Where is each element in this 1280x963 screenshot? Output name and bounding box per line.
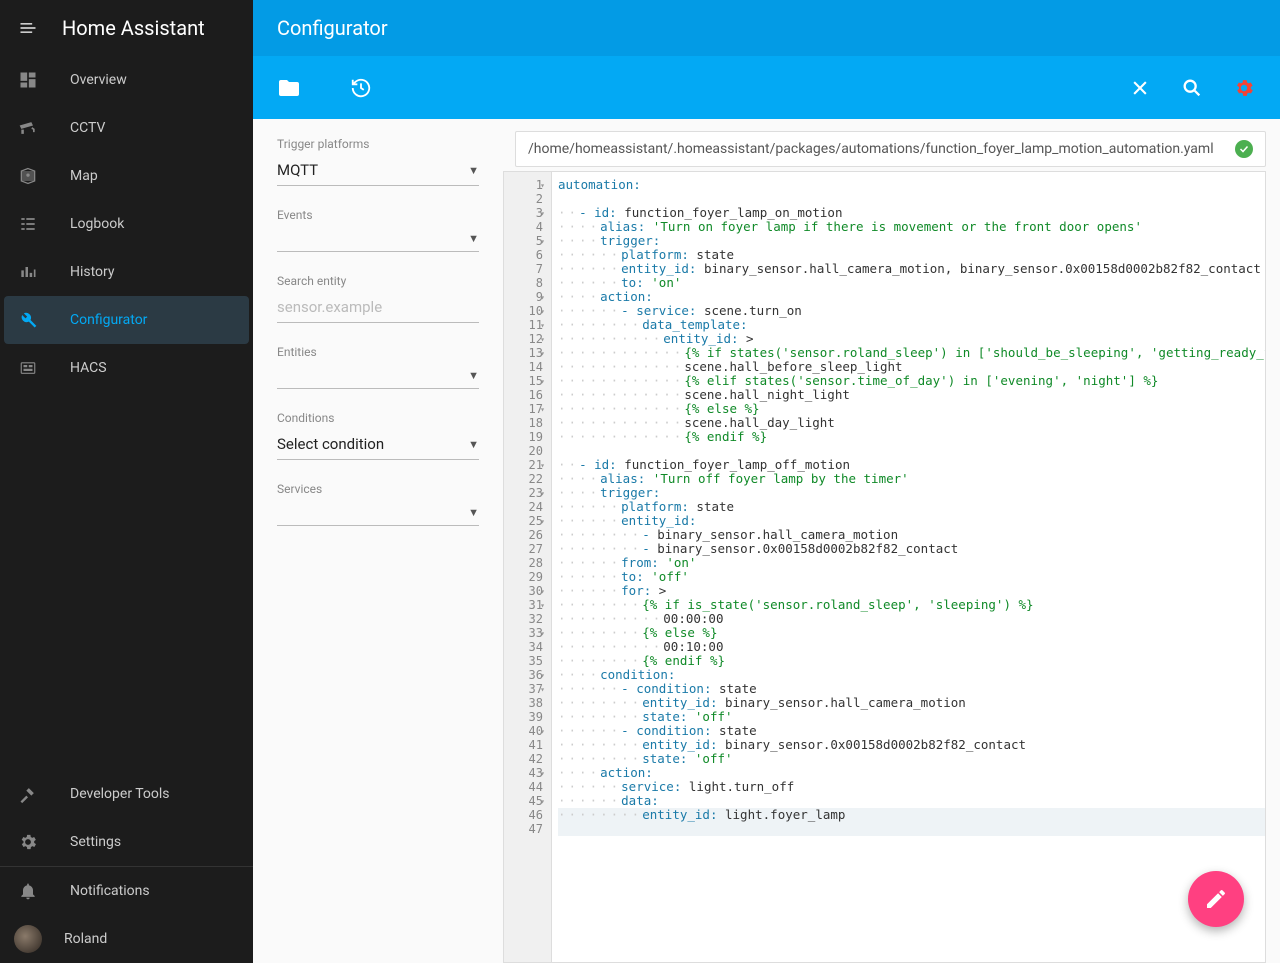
menu-toggle-icon[interactable] <box>16 16 40 40</box>
code-editor[interactable]: 1▾23▾45▾6789▾10▾11▾12▾13▾1415▾1617▾18192… <box>503 171 1266 963</box>
chevron-down-icon: ▼ <box>468 369 479 382</box>
sidebar-item-history[interactable]: History <box>0 248 253 296</box>
sidebar-item-label: Developer Tools <box>70 786 170 802</box>
code-content[interactable]: automation: ··- id: function_foyer_lamp_… <box>552 172 1265 962</box>
search-icon[interactable] <box>1180 76 1204 100</box>
sidebar-item-label: HACS <box>70 360 107 376</box>
sidebar-tools: Developer Tools Settings <box>0 770 253 866</box>
sidebar-item-label: Logbook <box>70 216 124 232</box>
logbook-icon <box>16 212 40 236</box>
field-label: Search entity <box>277 274 479 288</box>
chevron-down-icon: ▼ <box>468 438 479 451</box>
sidebar-item-hacs[interactable]: HACS <box>0 344 253 392</box>
history-icon <box>16 260 40 284</box>
sidebar: Home Assistant Overview CCTV Map Logbook His… <box>0 0 253 963</box>
sidebar-item-developer-tools[interactable]: Developer Tools <box>0 770 253 818</box>
file-path: /home/homeassistant/.homeassistant/packa… <box>528 141 1214 157</box>
app-title: Home Assistant <box>62 16 205 40</box>
sidebar-item-label: Configurator <box>70 312 147 328</box>
hacs-icon <box>16 356 40 380</box>
sidebar-item-logbook[interactable]: Logbook <box>0 200 253 248</box>
page-title: Configurator <box>277 16 388 40</box>
field-conditions[interactable]: Conditions Select condition▼ <box>277 411 479 460</box>
sidebar-bottom: Notifications Roland <box>0 866 253 963</box>
cctv-icon <box>16 116 40 140</box>
dashboard-icon <box>16 68 40 92</box>
wrench-icon <box>16 308 40 332</box>
field-label: Conditions <box>277 411 479 425</box>
notifications-label: Notifications <box>70 883 150 899</box>
avatar <box>14 925 42 953</box>
field-label: Events <box>277 208 479 222</box>
chevron-down-icon: ▼ <box>468 232 479 245</box>
valid-check-icon <box>1235 140 1253 158</box>
content: Trigger platforms MQTT▼ Events ▼ Search … <box>253 119 1280 963</box>
toolbar <box>253 56 1280 119</box>
sidebar-item-label: Settings <box>70 834 121 850</box>
gear-icon <box>16 830 40 854</box>
file-path-bar[interactable]: /home/homeassistant/.homeassistant/packa… <box>515 131 1266 167</box>
main: Configurator <box>253 0 1280 963</box>
folder-icon[interactable] <box>277 76 301 100</box>
sidebar-header: Home Assistant <box>0 0 253 56</box>
sidebar-item-settings[interactable]: Settings <box>0 818 253 866</box>
hammer-icon <box>16 782 40 806</box>
chevron-down-icon: ▼ <box>468 506 479 519</box>
sidebar-item-configurator[interactable]: Configurator <box>4 296 249 344</box>
sidebar-item-cctv[interactable]: CCTV <box>0 104 253 152</box>
user-profile[interactable]: Roland <box>0 915 253 963</box>
field-label: Services <box>277 482 479 496</box>
map-icon <box>16 164 40 188</box>
field-search-entity[interactable]: Search entity sensor.example <box>277 274 479 323</box>
field-services[interactable]: Services ▼ <box>277 482 479 526</box>
history-icon[interactable] <box>349 76 373 100</box>
sidebar-item-label: CCTV <box>70 120 105 136</box>
sidebar-nav: Overview CCTV Map Logbook History Configurato… <box>0 56 253 413</box>
sidebar-item-label: History <box>70 264 115 280</box>
field-entities[interactable]: Entities ▼ <box>277 345 479 389</box>
chevron-down-icon: ▼ <box>468 164 479 177</box>
gutter: 1▾23▾45▾6789▾10▾11▾12▾13▾1415▾1617▾18192… <box>504 172 552 962</box>
sidebar-item-label: Map <box>70 168 98 184</box>
field-label: Entities <box>277 345 479 359</box>
field-events[interactable]: Events ▼ <box>277 208 479 252</box>
bell-icon <box>16 879 40 903</box>
user-name: Roland <box>64 931 107 947</box>
field-trigger-platforms[interactable]: Trigger platforms MQTT▼ <box>277 137 479 186</box>
field-label: Trigger platforms <box>277 137 479 151</box>
notifications-item[interactable]: Notifications <box>0 867 253 915</box>
side-panel: Trigger platforms MQTT▼ Events ▼ Search … <box>253 119 503 963</box>
settings-gear-icon[interactable] <box>1232 76 1256 100</box>
sidebar-item-map[interactable]: Map <box>0 152 253 200</box>
close-icon[interactable] <box>1128 76 1152 100</box>
sidebar-item-label: Overview <box>70 72 127 88</box>
editor-wrap: /home/homeassistant/.homeassistant/packa… <box>503 119 1280 963</box>
fab-edit-button[interactable] <box>1188 871 1244 927</box>
topbar: Configurator <box>253 0 1280 56</box>
sidebar-item-overview[interactable]: Overview <box>0 56 253 104</box>
